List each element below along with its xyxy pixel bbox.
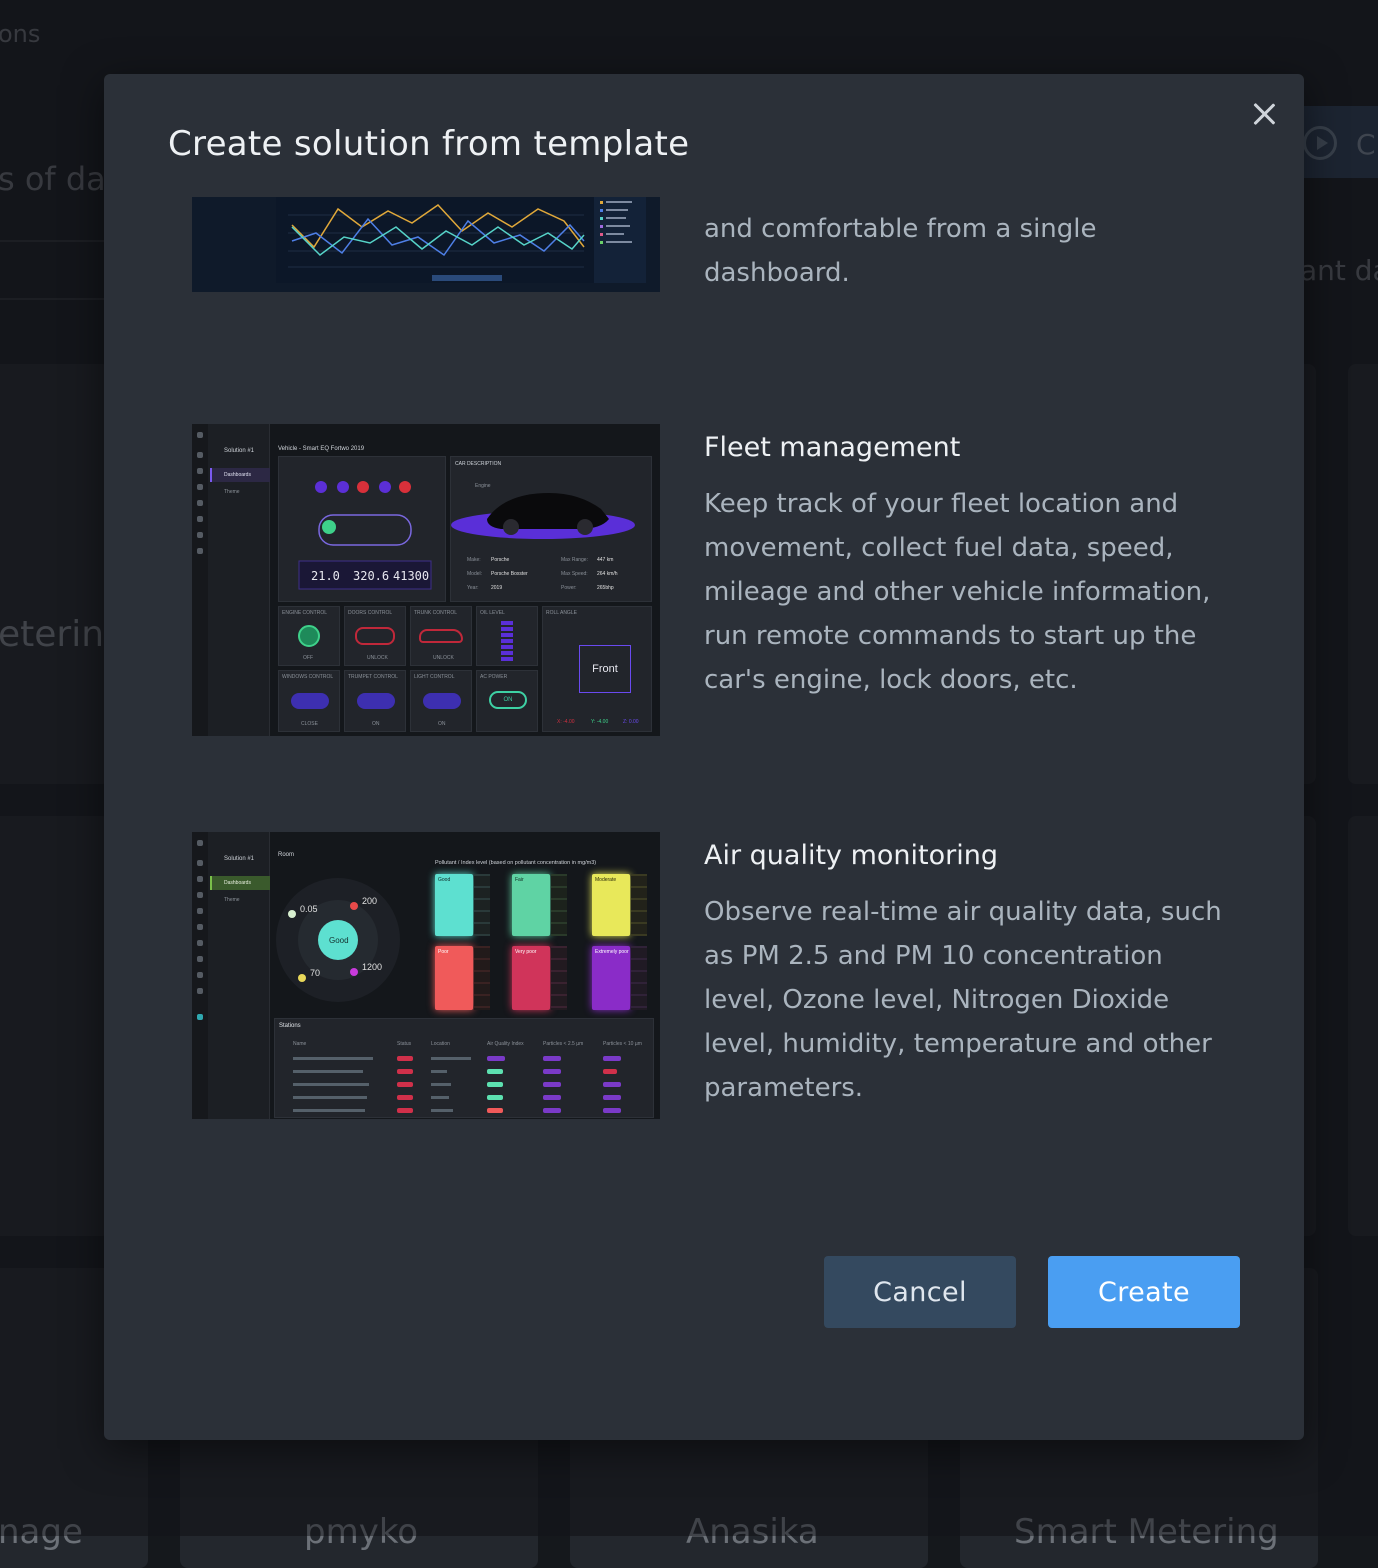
svg-text:200: 200 bbox=[362, 896, 377, 906]
close-icon[interactable] bbox=[1252, 102, 1276, 126]
template-description: and comfortable from a single dashboard. bbox=[704, 207, 1234, 297]
create-button[interactable]: Create bbox=[1048, 1256, 1240, 1328]
stations-table: Stations Name Status Location Air Qualit… bbox=[274, 1018, 654, 1118]
cancel-button[interactable]: Cancel bbox=[824, 1256, 1016, 1328]
car-description-panel: CAR DESCRIPTION Engine Make: Porsche Max… bbox=[450, 456, 652, 602]
template-description: Keep track of your fleet location and mo… bbox=[704, 482, 1234, 702]
create-solution-dialog: Create solution from template bbox=[104, 74, 1304, 1440]
template-description: Observe real-time air quality data, such… bbox=[704, 890, 1234, 1110]
line-chart-preview bbox=[192, 197, 660, 292]
template-preview-air-quality: Solution #1 Dashboards Theme Room Good 0… bbox=[192, 832, 660, 1119]
template-title: Fleet management bbox=[704, 432, 960, 463]
svg-text:70: 70 bbox=[310, 968, 320, 978]
svg-text:1200: 1200 bbox=[362, 962, 382, 972]
preview-sidebar: Solution #1 Dashboards Theme bbox=[192, 424, 270, 736]
template-title: Air quality monitoring bbox=[704, 840, 998, 871]
svg-text:320.6: 320.6 bbox=[353, 569, 389, 583]
preview-sidebar: Solution #1 Dashboards Theme bbox=[192, 832, 270, 1119]
template-list[interactable]: and comfortable from a single dashboard.… bbox=[104, 197, 1304, 1237]
svg-text:21.0: 21.0 bbox=[311, 569, 340, 583]
svg-text:Good: Good bbox=[329, 936, 349, 945]
car-control-panel: 21.0 320.6 41300 bbox=[278, 456, 446, 602]
template-preview-smart-building bbox=[192, 197, 660, 292]
svg-text:0.05: 0.05 bbox=[300, 904, 318, 914]
svg-text:41300: 41300 bbox=[393, 569, 429, 583]
template-preview-fleet-management: Solution #1 Dashboards Theme Vehicle - S… bbox=[192, 424, 660, 736]
dialog-title: Create solution from template bbox=[168, 124, 689, 164]
